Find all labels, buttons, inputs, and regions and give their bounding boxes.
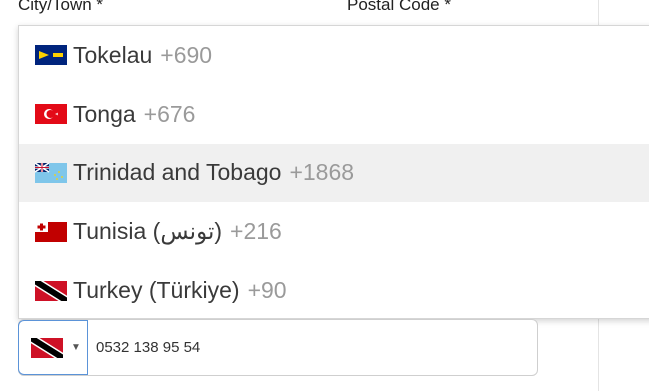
country-option-turkey[interactable]: Turkey (Türkiye) +90 <box>19 261 649 318</box>
country-name: Tunisia (تونس) <box>73 218 223 245</box>
tonga-flag-icon <box>35 221 67 242</box>
phone-field[interactable]: ▼ 0532 138 95 54 <box>18 319 538 376</box>
phone-number-value[interactable]: 0532 138 95 54 <box>96 339 200 356</box>
country-option-tunisia[interactable]: Tunisia (تونس) +216 <box>19 202 649 261</box>
tokelau-flag-icon <box>35 45 67 66</box>
trinidad-flag-icon <box>35 280 67 301</box>
postal-code-label: Postal Code * <box>347 0 451 14</box>
tonga-flag-icon <box>35 104 67 125</box>
country-name: Tokelau <box>73 41 153 68</box>
country-name: Tonga <box>73 100 136 127</box>
caret-down-icon: ▼ <box>71 342 81 353</box>
dial-code: +690 <box>160 41 213 68</box>
dial-code: +1868 <box>289 159 355 186</box>
country-dropdown[interactable]: Tokelau +690 Tonga +676 Trinidad and Tob… <box>18 25 649 319</box>
country-option-tokelau[interactable]: Tokelau +690 <box>19 26 649 85</box>
country-code-selector[interactable]: ▼ <box>18 320 88 375</box>
dial-code: +90 <box>247 277 287 304</box>
country-name: Trinidad and Tobago <box>73 159 282 186</box>
trinidad-flag-icon <box>31 337 63 358</box>
tuvalu-flag-icon <box>35 162 67 183</box>
country-option-tonga[interactable]: Tonga +676 <box>19 85 649 144</box>
country-option-trinidad-and-tobago[interactable]: Trinidad and Tobago +1868 <box>19 143 649 203</box>
dial-code: +216 <box>230 218 282 245</box>
dial-code: +676 <box>143 100 196 127</box>
country-name: Turkey (Türkiye) <box>73 277 240 304</box>
city-label: City/Town * <box>18 0 104 14</box>
